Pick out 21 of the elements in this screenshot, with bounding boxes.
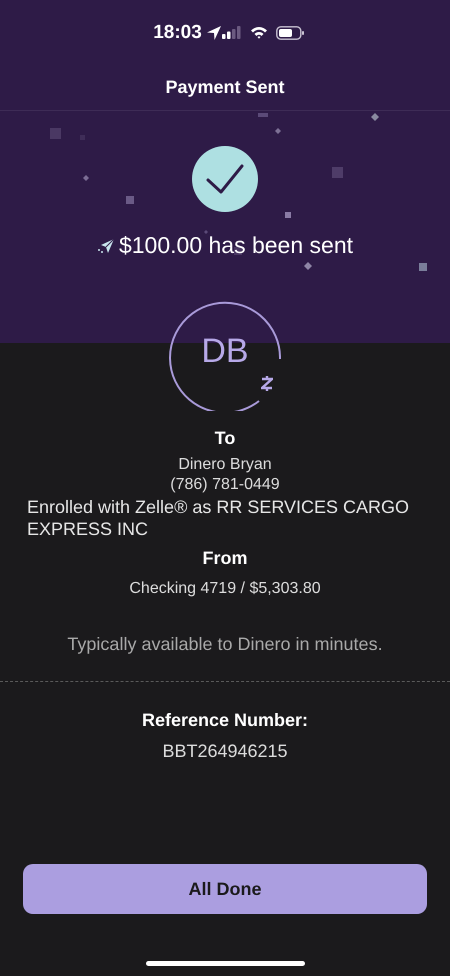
recipient-name: Dinero Bryan xyxy=(178,456,272,474)
wifi-icon xyxy=(250,26,268,39)
availability-note: Typically available to Dinero in minutes. xyxy=(67,634,383,655)
checkmark-icon xyxy=(192,146,258,212)
from-label: From xyxy=(202,548,248,569)
battery-icon xyxy=(276,26,305,40)
reference-label: Reference Number: xyxy=(142,710,308,731)
location-arrow-icon xyxy=(206,24,222,40)
reference-number: BBT264946215 xyxy=(162,741,288,762)
recipient-phone: (786) 781-0449 xyxy=(170,476,280,494)
paper-plane-icon xyxy=(96,238,115,254)
enrollment-text: Enrolled with Zelle® as RR SERVICES CARGO EXPRESS INC xyxy=(26,496,410,540)
avatar-initials: DB xyxy=(200,332,250,371)
clock-time: 18:03 xyxy=(153,22,202,44)
payment-sent-message: $100.00 has been sent xyxy=(118,232,354,259)
signal-icon xyxy=(222,26,242,39)
zelle-icon xyxy=(261,375,273,392)
account-text: Checking 4719 / $5,303.80 xyxy=(129,580,321,598)
to-label: To xyxy=(214,428,236,449)
all-done-button[interactable]: All Done xyxy=(23,864,427,914)
screen-title: Payment Sent xyxy=(165,76,285,99)
